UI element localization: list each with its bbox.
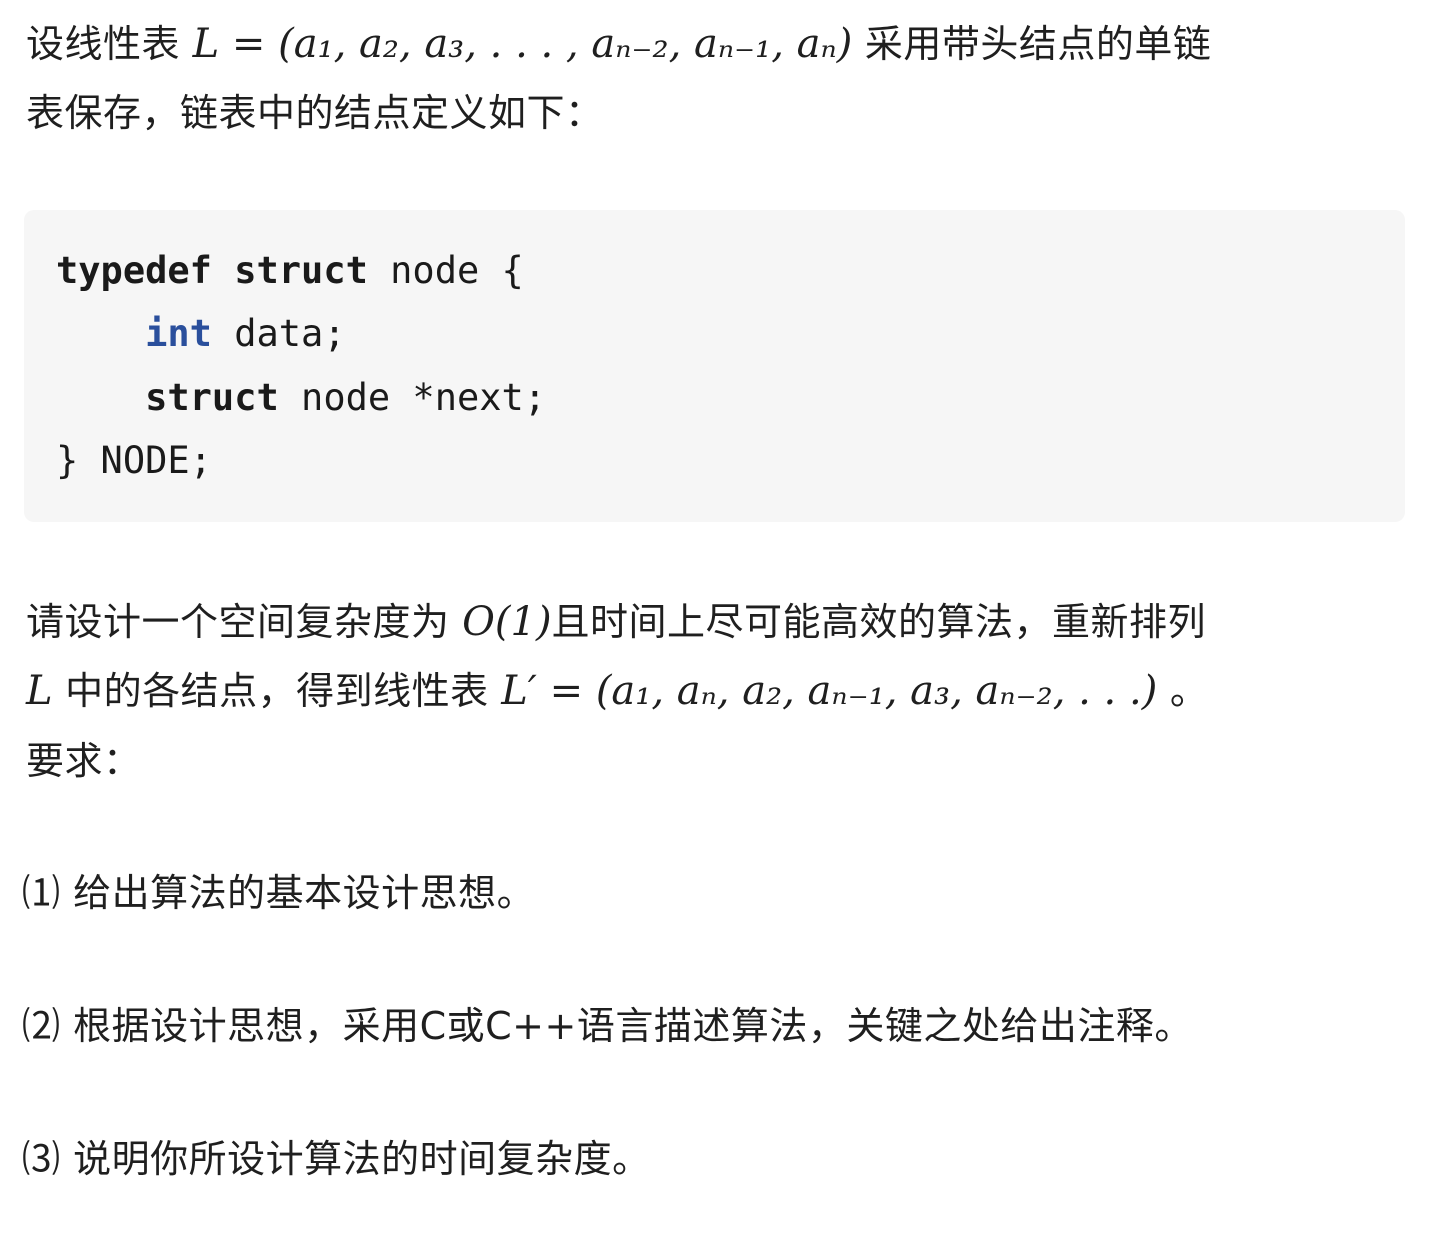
- task-line-2-suffix: 。: [1157, 669, 1209, 713]
- intro-line-2: 表保存，链表中的结点定义如下：: [26, 91, 604, 135]
- list-l-prime-formula: L′ = (a₁, aₙ, a₂, aₙ₋₁, a₃, aₙ₋₂, . . .): [501, 668, 1158, 714]
- problem-page: 设线性表 L = (a₁, a₂, a₃, . . . , aₙ₋₂, aₙ₋₁…: [0, 0, 1430, 1234]
- list-l-formula: L = (a₁, a₂, a₃, . . . , aₙ₋₂, aₙ₋₁, aₙ): [192, 21, 853, 67]
- space-complexity-formula: O(1): [462, 599, 552, 645]
- code-field-data: data;: [211, 312, 346, 355]
- requirement-1: ⑴ 给出算法的基本设计思想。: [22, 871, 536, 915]
- code-struct-name: node {: [367, 249, 524, 292]
- task-text-suffix: 且时间上尽可能高效的算法，重新排列: [551, 600, 1207, 644]
- code-line-1: typedef struct node {: [56, 252, 524, 289]
- code-line-3: struct node *next;: [56, 379, 546, 416]
- type-int: int: [145, 312, 212, 355]
- requirement-2: ⑵ 根据设计思想，采用C或C++语言描述算法，关键之处给出注释。: [22, 1004, 1193, 1048]
- task-line-2: L 中的各结点，得到线性表 L′ = (a₁, aₙ, a₂, aₙ₋₁, a₃…: [26, 671, 1208, 711]
- requirements-heading: 要求：: [26, 739, 142, 783]
- intro-text-suffix: 采用带头结点的单链: [852, 22, 1212, 66]
- task-text-prefix: 请设计一个空间复杂度为: [26, 600, 463, 644]
- requirement-3: ⑶ 说明你所设计算法的时间复杂度。: [22, 1137, 651, 1181]
- code-field-next: node *next;: [278, 376, 547, 419]
- keyword-struct: struct: [234, 249, 368, 292]
- keyword-struct-next: struct: [145, 376, 279, 419]
- intro-text-prefix: 设线性表: [26, 22, 193, 66]
- code-line-4: } NODE;: [56, 439, 212, 482]
- list-l-symbol: L: [26, 668, 53, 714]
- code-block: typedef struct node { int data; struct n…: [24, 210, 1405, 522]
- task-line-1: 请设计一个空间复杂度为 O(1)且时间上尽可能高效的算法，重新排列: [26, 602, 1206, 642]
- intro-line-1: 设线性表 L = (a₁, a₂, a₃, . . . , aₙ₋₂, aₙ₋₁…: [26, 24, 1211, 64]
- code-line-2: int data;: [56, 312, 346, 355]
- keyword-typedef: typedef: [56, 249, 212, 292]
- task-line-2-text: 中的各结点，得到线性表: [52, 669, 502, 713]
